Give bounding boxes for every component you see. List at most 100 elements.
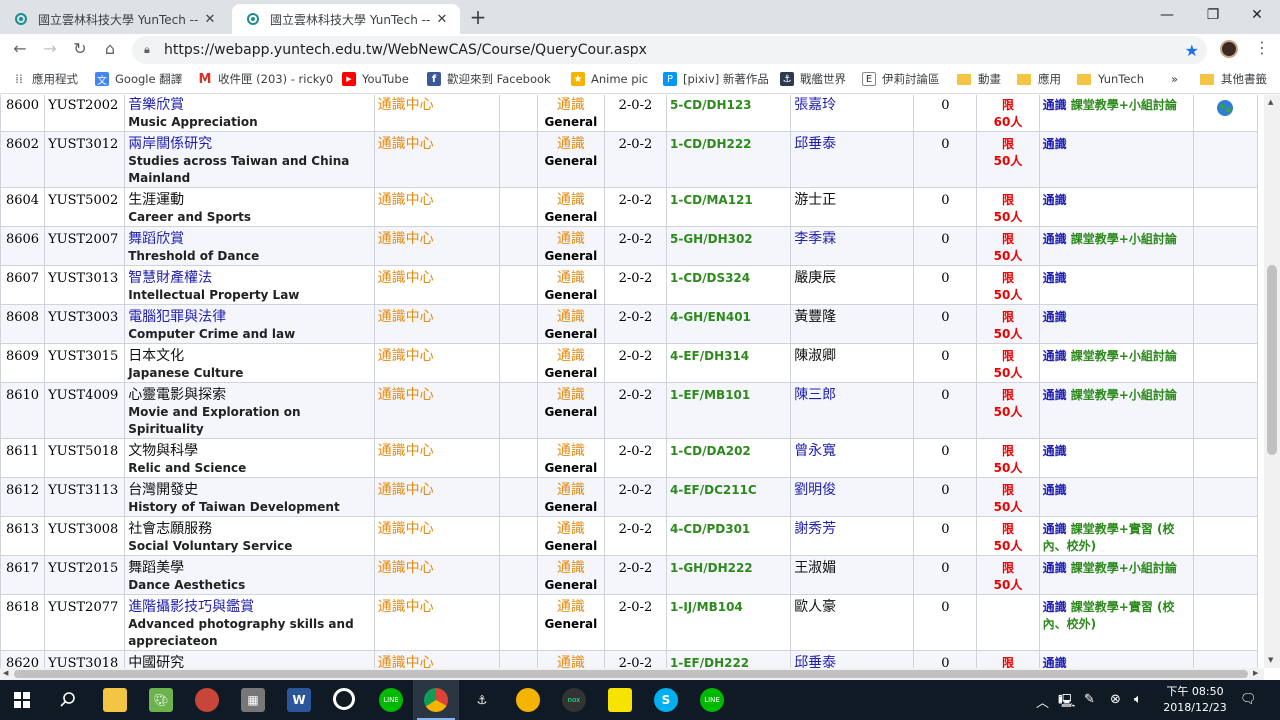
department[interactable]: 通識中心 [373,187,500,227]
keep-icon[interactable] [516,688,540,712]
scroll-right-icon[interactable]: ▶ [1253,669,1258,677]
bookmark-google-translate[interactable]: 文 Google 翻譯 [95,70,182,88]
bookmark-folder-yuntech[interactable]: YunTech [1077,70,1144,88]
bookmark-folder-anime[interactable]: 動畫 [957,70,1001,88]
bookmark-gmail[interactable]: M 收件匣 (203) - ricky0 [198,70,334,88]
note-tag[interactable]: 通識 [1043,232,1067,246]
note-tag[interactable]: 通識 [1043,193,1067,207]
search-icon[interactable] [56,688,80,712]
teacher[interactable]: 邱垂泰 [790,131,915,188]
notifications-icon[interactable]: 🗨︎ [1240,692,1257,707]
bookmark-star-icon[interactable]: ★ [1185,41,1199,60]
windows-start-icon[interactable] [10,688,34,712]
scroll-up-icon[interactable]: ▲ [1268,98,1273,106]
course-name-zh[interactable]: 電腦犯罪與法律 [128,309,370,326]
chrome-icon[interactable] [424,688,448,712]
scroll-left-icon[interactable]: ◀ [3,669,8,677]
new-tab-button[interactable]: + [466,6,490,30]
teacher[interactable]: 李季霖 [790,226,915,266]
scroll-down-icon[interactable]: ▼ [1268,656,1273,664]
media-player-icon[interactable] [333,688,355,710]
teacher[interactable]: 張嘉玲 [790,95,915,132]
nox-icon[interactable]: nox [562,688,586,712]
horizontal-scrollbar[interactable]: ◀ ▶ [0,668,1264,680]
file-explorer-icon[interactable] [103,688,127,712]
note-tag[interactable]: 通識 [1043,444,1067,458]
home-icon[interactable]: ⌂ [98,37,122,61]
note-tag[interactable]: 通識 [1043,98,1067,112]
note-tag[interactable]: 通識 [1043,522,1067,536]
teacher[interactable]: 邱垂泰 [790,650,915,668]
bookmark-youtube[interactable]: ▶ YouTube [342,70,409,88]
vertical-scroll-thumb[interactable] [1267,265,1277,455]
close-window-icon[interactable]: ✕ [1234,0,1280,30]
department[interactable]: 通識中心 [373,131,500,188]
department[interactable]: 通識中心 [373,95,500,132]
bookmark-other[interactable]: 其他書籤 [1200,70,1267,88]
sticky-notes-icon[interactable] [608,688,632,712]
course-name-zh[interactable]: 智慧財產權法 [128,270,370,287]
note-tag[interactable]: 通識 [1043,388,1067,402]
note-tag[interactable]: 通識 [1043,310,1067,324]
close-tab-icon[interactable]: ✕ [432,12,452,27]
app-icon[interactable] [195,688,219,712]
note-tag[interactable]: 通識 [1043,271,1067,285]
department[interactable]: 通識中心 [373,265,500,305]
horizontal-scroll-thumb[interactable] [14,670,1248,678]
line-icon[interactable]: LINE [379,688,403,712]
department[interactable]: 通識中心 [373,477,500,517]
tray-expand-icon[interactable]: ︿ [1036,692,1049,711]
department[interactable]: 通識中心 [373,382,500,439]
warships-taskbar-icon[interactable]: ⚓ [470,688,494,712]
minimize-icon[interactable]: — [1144,0,1190,30]
note-tag[interactable]: 通識 [1043,483,1067,497]
profile-avatar[interactable] [1220,40,1238,58]
bookmark-pixiv[interactable]: P [pixiv] 新著作品 [663,70,769,88]
address-bar[interactable]: 🔒︎ https://webapp.yuntech.edu.tw/WebNewC… [132,36,1207,64]
pen-icon[interactable]: ✎ [1084,692,1095,707]
bookmark-warships[interactable]: ⚓ 戰艦世界 [780,70,846,88]
department[interactable]: 通識中心 [373,555,500,595]
bookmark-anime-pic[interactable]: ★ Anime pic [571,70,648,88]
bookmark-apps[interactable]: ⁞⁞ 應用程式 [12,70,78,88]
department[interactable]: 通識中心 [373,304,500,344]
bookmark-eyny[interactable]: E 伊莉討論區 [862,70,940,88]
word-icon[interactable]: W [287,688,311,712]
teacher[interactable]: 謝秀芳 [790,516,915,556]
note-tag[interactable]: 通識 [1043,137,1067,151]
bookmarks-overflow-button[interactable]: » [1171,70,1178,88]
department[interactable]: 通識中心 [373,438,500,478]
course-name-zh[interactable]: 進階攝影技巧與鑑賞 [128,599,370,616]
note-tag[interactable]: 通識 [1043,561,1067,575]
maximize-icon[interactable]: ❐ [1190,0,1236,30]
course-name-zh[interactable]: 舞蹈欣賞 [128,231,370,248]
network-icon[interactable]: 🖳︎ [1058,692,1075,714]
department[interactable]: 通識中心 [373,226,500,266]
skype-icon[interactable]: S [654,688,678,712]
volume-icon[interactable]: 🔈︎ [1134,692,1142,707]
bookmark-folder-apps[interactable]: 應用 [1017,70,1061,88]
vertical-scrollbar[interactable]: ▲ ▼ [1264,95,1280,668]
bookmark-facebook[interactable]: f 歡迎來到 Facebook [427,70,551,88]
reload-icon[interactable]: ↻ [68,37,92,61]
department[interactable]: 通識中心 [373,516,500,556]
close-circle-icon[interactable]: ⊗ [1110,692,1121,707]
department[interactable]: 通識中心 [373,343,500,383]
teacher[interactable]: 劉明俊 [790,477,915,517]
globe-icon[interactable] [1216,99,1234,117]
line-icon[interactable]: LINE [700,688,724,712]
forward-icon[interactable]: → [38,37,62,61]
teacher[interactable]: 陳三郎 [790,382,915,439]
back-icon[interactable]: ← [8,37,32,61]
paint-icon[interactable]: 🎨︎ [149,688,173,712]
note-tag[interactable]: 通識 [1043,349,1067,363]
browser-tab-1[interactable]: 國立雲林科技大學 YunTech -- 教 ✕ [0,4,228,34]
calculator-icon[interactable]: ▦ [241,688,265,712]
note-tag[interactable]: 通識 [1043,600,1067,614]
teacher[interactable]: 曾永寬 [790,438,915,478]
note-tag[interactable]: 通識 [1043,656,1067,668]
department[interactable]: 通識中心 [373,650,500,668]
course-name-zh[interactable]: 音樂欣賞 [128,97,370,114]
system-clock[interactable]: 下午 08:50 2018/12/23 [1160,684,1230,716]
department[interactable]: 通識中心 [373,594,500,651]
